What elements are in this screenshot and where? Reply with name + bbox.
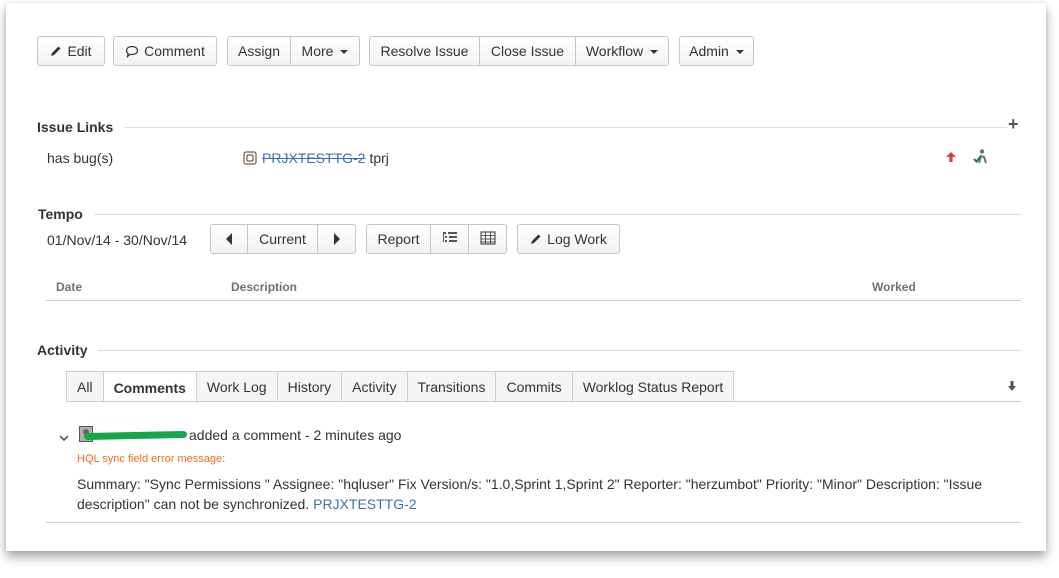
comment-label: Comment [144, 43, 205, 59]
issue-links-title: Issue Links [37, 119, 114, 135]
activity-tabs: All Comments Work Log History Activity T… [66, 371, 735, 403]
log-work-group: Log Work [517, 224, 620, 254]
list-view-icon [442, 231, 458, 248]
column-date: Date [56, 280, 83, 294]
caret-down-icon [340, 50, 349, 54]
resolve-issue-button[interactable]: Resolve Issue [369, 36, 480, 66]
issue-type-icon [243, 151, 257, 165]
comment-text: Summary: "Sync Permissions " Assignee: "… [77, 476, 983, 512]
tempo-title: Tempo [38, 206, 83, 222]
tab-work-log[interactable]: Work Log [196, 371, 278, 402]
comment-divider [46, 522, 1021, 523]
assign-more-group: Assign More [227, 36, 360, 66]
linked-issue-key[interactable]: PRJXTESTTG-2 [262, 150, 365, 166]
tab-commits[interactable]: Commits [496, 371, 573, 402]
column-description: Description [231, 280, 298, 294]
tab-activity[interactable]: Activity [342, 371, 408, 402]
sort-order-icon[interactable] [1007, 379, 1017, 395]
comment-button[interactable]: Comment [113, 36, 217, 66]
list-view-button[interactable] [431, 224, 469, 254]
period-navigator: Current [210, 224, 356, 254]
log-work-label: Log Work [547, 231, 607, 247]
add-link-icon[interactable]: + [1008, 115, 1020, 133]
previous-period-button[interactable] [210, 224, 248, 254]
edit-group: Edit [37, 36, 105, 66]
admin-group: Admin [679, 36, 754, 66]
comment-group: Comment [113, 36, 217, 66]
grid-view-icon [479, 230, 496, 248]
comment-issue-link[interactable]: PRJXTESTTG-2 [313, 496, 416, 512]
assign-label: Assign [237, 43, 281, 59]
report-label: Report [377, 231, 420, 247]
link-relation: has bug(s) [47, 150, 114, 166]
assign-button[interactable]: Assign [227, 36, 291, 66]
section-divider [94, 214, 1021, 215]
tab-all[interactable]: All [66, 371, 104, 402]
issue-panel: Edit Comment Assign More Resolve Issue C… [6, 3, 1046, 551]
comment-body: Summary: "Sync Permissions " Assignee: "… [77, 474, 1012, 514]
grid-view-button[interactable] [469, 224, 507, 254]
speech-bubble-icon [125, 45, 139, 58]
triangle-right-icon [333, 233, 340, 245]
edit-label: Edit [67, 43, 92, 59]
report-group: Report [366, 224, 507, 254]
next-period-button[interactable] [318, 224, 356, 254]
close-label: Close Issue [490, 43, 565, 59]
workflow-group: Resolve Issue Close Issue Workflow [369, 36, 669, 66]
caret-down-icon [735, 50, 744, 54]
resolve-label: Resolve Issue [380, 43, 469, 59]
tab-transitions[interactable]: Transitions [407, 371, 497, 402]
priority-up-icon [945, 150, 957, 166]
admin-label: Admin [689, 43, 729, 59]
current-period-button[interactable]: Current [248, 224, 318, 254]
close-issue-button[interactable]: Close Issue [480, 36, 576, 66]
tabs-baseline [66, 401, 1021, 402]
section-divider [98, 350, 1021, 351]
linked-issue: PRJXTESTTG-2 tprj [243, 150, 389, 166]
admin-button[interactable]: Admin [679, 36, 754, 66]
pencil-icon [530, 233, 542, 245]
edit-button[interactable]: Edit [37, 36, 105, 66]
tempo-date-range: 01/Nov/14 - 30/Nov/14 [47, 232, 188, 248]
tab-comments[interactable]: Comments [103, 371, 197, 403]
column-worked: Worked [872, 280, 916, 294]
resolved-status-icon [973, 148, 989, 167]
workflow-button[interactable]: Workflow [576, 36, 669, 66]
report-button[interactable]: Report [366, 224, 431, 254]
log-work-button[interactable]: Log Work [517, 224, 620, 254]
activity-title: Activity [37, 342, 88, 358]
current-label: Current [259, 231, 306, 247]
collapse-chevron-icon[interactable] [59, 429, 69, 445]
triangle-left-icon [226, 233, 232, 245]
more-label: More [301, 43, 334, 59]
section-divider [124, 127, 1007, 128]
more-button[interactable]: More [291, 36, 360, 66]
tab-worklog-status-report[interactable]: Worklog Status Report [572, 371, 735, 402]
comment-action: added a comment - 2 minutes ago [189, 427, 402, 443]
pencil-icon [50, 45, 62, 57]
sync-error-label: HQL sync field error message: [77, 453, 226, 465]
redacted-username [83, 430, 188, 441]
table-divider [46, 300, 1021, 301]
tab-history[interactable]: History [277, 371, 343, 402]
linked-issue-summary: tprj [369, 150, 389, 166]
workflow-label: Workflow [585, 43, 644, 59]
caret-down-icon [650, 50, 659, 54]
